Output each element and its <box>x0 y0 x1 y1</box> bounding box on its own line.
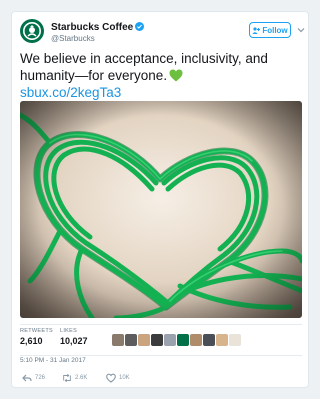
retweets-label: RETWEETS <box>20 328 53 334</box>
retweet-button[interactable]: 2.6K <box>62 373 87 383</box>
liker-avatar[interactable] <box>229 334 241 346</box>
likes-label: LIKES <box>60 328 78 334</box>
heart-icon <box>106 373 116 383</box>
liker-avatars <box>112 334 241 347</box>
tweet-header: Starbucks Coffee @Starbucks Follow <box>20 19 305 49</box>
starbucks-logo-icon <box>23 22 41 40</box>
add-user-icon <box>252 26 261 34</box>
liker-avatar[interactable] <box>164 334 176 346</box>
tweet-timestamp[interactable]: 5:10 PM - 31 Jan 2017 <box>20 357 86 364</box>
green-ribbon-heart-image <box>20 101 302 318</box>
likes-value: 10,027 <box>60 336 88 346</box>
reply-button[interactable]: 726 <box>22 373 45 383</box>
like-button[interactable]: 10K <box>106 373 130 383</box>
follow-label: Follow <box>262 25 288 35</box>
display-name[interactable]: Starbucks Coffee <box>51 22 133 33</box>
retweet-count: 2.6K <box>75 375 88 381</box>
tweet-stats: RETWEETS 2,610 LIKES 10,027 <box>20 328 302 354</box>
divider <box>20 355 302 356</box>
liker-avatar[interactable] <box>112 334 124 346</box>
account-names: Starbucks Coffee @Starbucks <box>51 22 145 44</box>
display-name-row[interactable]: Starbucks Coffee <box>51 22 145 34</box>
green-heart-icon <box>169 69 183 82</box>
handle[interactable]: @Starbucks <box>51 34 144 44</box>
tweet-card: Starbucks Coffee @Starbucks Follow We be… <box>11 11 309 388</box>
chevron-down-icon[interactable] <box>297 26 305 34</box>
tweet-photo[interactable] <box>20 101 302 318</box>
liker-avatar[interactable] <box>138 334 150 346</box>
liker-avatar[interactable] <box>177 334 189 346</box>
reply-icon <box>22 374 32 382</box>
follow-button[interactable]: Follow <box>249 22 291 38</box>
tweet-actions: 726 2.6K 10K <box>20 373 220 387</box>
retweets-stat[interactable]: RETWEETS 2,610 <box>20 328 53 346</box>
avatar[interactable] <box>20 19 44 43</box>
tweet-text: We believe in acceptance, inclusivity, a… <box>20 50 302 101</box>
verified-badge-icon <box>135 22 145 31</box>
liker-avatar[interactable] <box>125 334 137 346</box>
liker-avatar[interactable] <box>216 334 228 346</box>
liker-avatar[interactable] <box>151 334 163 346</box>
reply-count: 726 <box>35 375 46 381</box>
tweet-body: We believe in acceptance, inclusivity, a… <box>20 51 268 83</box>
divider <box>20 324 302 325</box>
liker-avatar[interactable] <box>203 334 215 346</box>
like-count: 10K <box>119 375 130 381</box>
likes-stat[interactable]: LIKES 10,027 <box>60 328 88 346</box>
retweet-icon <box>63 373 71 383</box>
retweets-value: 2,610 <box>20 336 43 346</box>
liker-avatar[interactable] <box>190 334 202 346</box>
tweet-link[interactable]: sbux.co/2kegTa3 <box>20 85 121 100</box>
